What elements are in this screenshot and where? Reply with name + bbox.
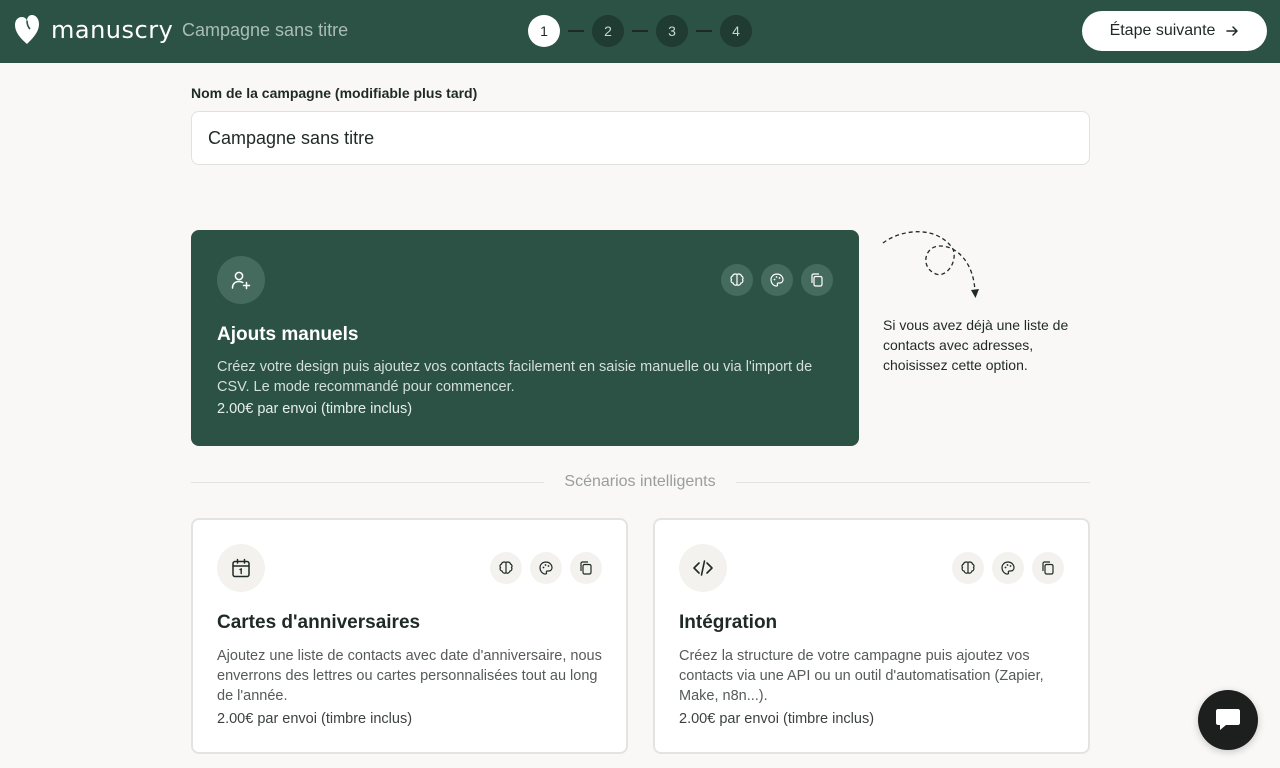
card-description: Créez votre design puis ajoutez vos cont… [217,359,813,395]
palette-icon[interactable] [992,552,1024,584]
step-3[interactable]: 3 [656,15,688,47]
campaign-title: Campagne sans titre [182,20,349,40]
brain-icon[interactable] [952,552,984,584]
integration-card[interactable]: Intégration Créez la structure de votre … [653,518,1090,754]
step-separator [696,30,712,32]
card-tools [713,264,833,296]
brain-icon[interactable] [490,552,522,584]
step-2[interactable]: 2 [592,15,624,47]
section-divider-label: Scénarios intelligents [564,473,716,490]
birthday-card[interactable]: Cartes d'anniversaires Ajoutez une liste… [191,518,628,754]
divider-line [191,482,544,483]
manual-add-card[interactable]: Ajouts manuels Créez votre design puis a… [191,230,859,446]
card-title: Ajouts manuels [217,324,359,345]
step-4[interactable]: 4 [720,15,752,47]
user-plus-icon [217,256,265,304]
copy-icon[interactable] [570,552,602,584]
palette-icon[interactable] [530,552,562,584]
card-price: 2.00€ par envoi (timbre inclus) [217,711,413,727]
logo[interactable]: manuscry [14,14,173,46]
next-step-label: Étape suivante [1109,22,1216,39]
step-indicator: 1 2 3 4 [528,15,752,47]
next-step-button[interactable]: Étape suivante [1082,11,1267,51]
card-price: 2.00€ par envoi (timbre inclus) [679,711,875,727]
campaign-name-label: Nom de la campagne (modifiable plus tard… [191,85,478,101]
card-title: Cartes d'anniversaires [217,612,421,633]
step-1[interactable]: 1 [528,15,560,47]
heart-logo-icon [15,15,39,44]
copy-icon[interactable] [801,264,833,296]
card-description: Ajoutez une liste de contacts avec date … [217,648,602,704]
step-separator [568,30,584,32]
copy-icon[interactable] [1032,552,1064,584]
calendar-icon [217,544,265,592]
card-price: 2.00€ par envoi (timbre inclus) [217,401,413,417]
divider-line [736,482,1090,483]
chat-button[interactable] [1198,690,1258,750]
card-tools [482,552,602,584]
arrow-right-icon [1226,26,1239,36]
card-tools [944,552,1064,584]
palette-icon[interactable] [761,264,793,296]
card-description: Créez la structure de votre campagne pui… [679,648,1044,704]
chat-bubble-icon [1216,709,1240,730]
brain-icon[interactable] [721,264,753,296]
dashed-arrow-icon [882,231,979,298]
campaign-name-input[interactable] [191,111,1090,165]
code-icon [679,544,727,592]
hint-text: Si vous avez déjà une liste de contacts … [883,317,1069,373]
step-separator [632,30,648,32]
brand-name: manuscry [51,16,174,44]
card-title: Intégration [679,612,778,633]
top-bar: manuscry Campagne sans titre 1 2 3 4 Éta… [0,0,1280,63]
